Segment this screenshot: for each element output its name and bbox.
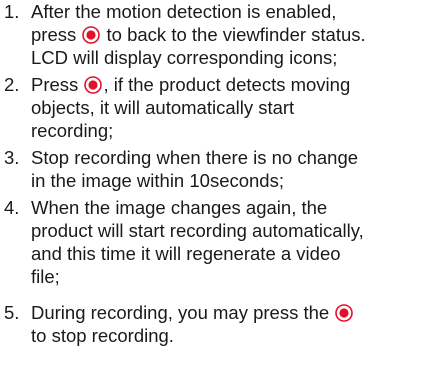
step-text: to back to the viewfinder status. <box>106 24 366 45</box>
step-4-line-1: When the image changes again, the <box>31 196 327 219</box>
step-number: 3. <box>4 147 20 168</box>
step-1-line-3: LCD will display corresponding icons; <box>31 46 337 69</box>
step-text: recording; <box>31 120 114 141</box>
step-number: 4. <box>4 197 20 218</box>
step-1-line-2: press to back to the viewfinder status. <box>31 23 366 46</box>
step-text: Press <box>31 74 79 95</box>
step-5-line-2: to stop recording. <box>31 324 174 347</box>
step-4-line-4: file; <box>31 265 60 288</box>
step-text: to stop recording. <box>31 325 174 346</box>
step-text: When the image changes again, the <box>31 197 328 218</box>
step-text: After the motion detection is enabled, <box>31 1 337 22</box>
step-text: product will start recording automatical… <box>31 220 364 241</box>
step-4-line-3: and this time it will regenerate a video <box>31 242 341 265</box>
record-button-icon <box>84 76 103 94</box>
step-text: in the image within 10seconds; <box>31 170 284 191</box>
step-text: , if the product detects moving <box>103 74 351 95</box>
step-4-line-2: product will start recording automatical… <box>31 219 364 242</box>
step-3-line-2: in the image within 10seconds; <box>31 169 284 192</box>
step-text: objects, it will automatically start <box>31 97 295 118</box>
step-text: press <box>31 24 77 45</box>
step-text: Stop recording when there is no change <box>31 147 359 168</box>
step-3-line-1: Stop recording when there is no change <box>31 146 358 169</box>
record-button-icon <box>335 304 354 322</box>
step-5-line-1: During recording, you may press the <box>31 301 354 324</box>
step-2-line-2: objects, it will automatically start <box>31 96 294 119</box>
step-text: LCD will display corresponding icons; <box>31 47 338 68</box>
step-text: file; <box>31 266 60 287</box>
step-number: 2. <box>4 74 20 95</box>
step-2-line-3: recording; <box>31 119 113 142</box>
step-text: During recording, you may press the <box>31 302 330 323</box>
step-number: 5. <box>4 302 20 323</box>
step-2-line-1: Press , if the product detects moving <box>31 73 350 96</box>
instruction-document: 1. After the motion detection is enabled… <box>0 0 422 374</box>
step-1-line-1: After the motion detection is enabled, <box>31 0 336 23</box>
record-button-icon <box>82 26 101 44</box>
step-text: and this time it will regenerate a video <box>31 243 341 264</box>
step-number: 1. <box>4 1 20 22</box>
